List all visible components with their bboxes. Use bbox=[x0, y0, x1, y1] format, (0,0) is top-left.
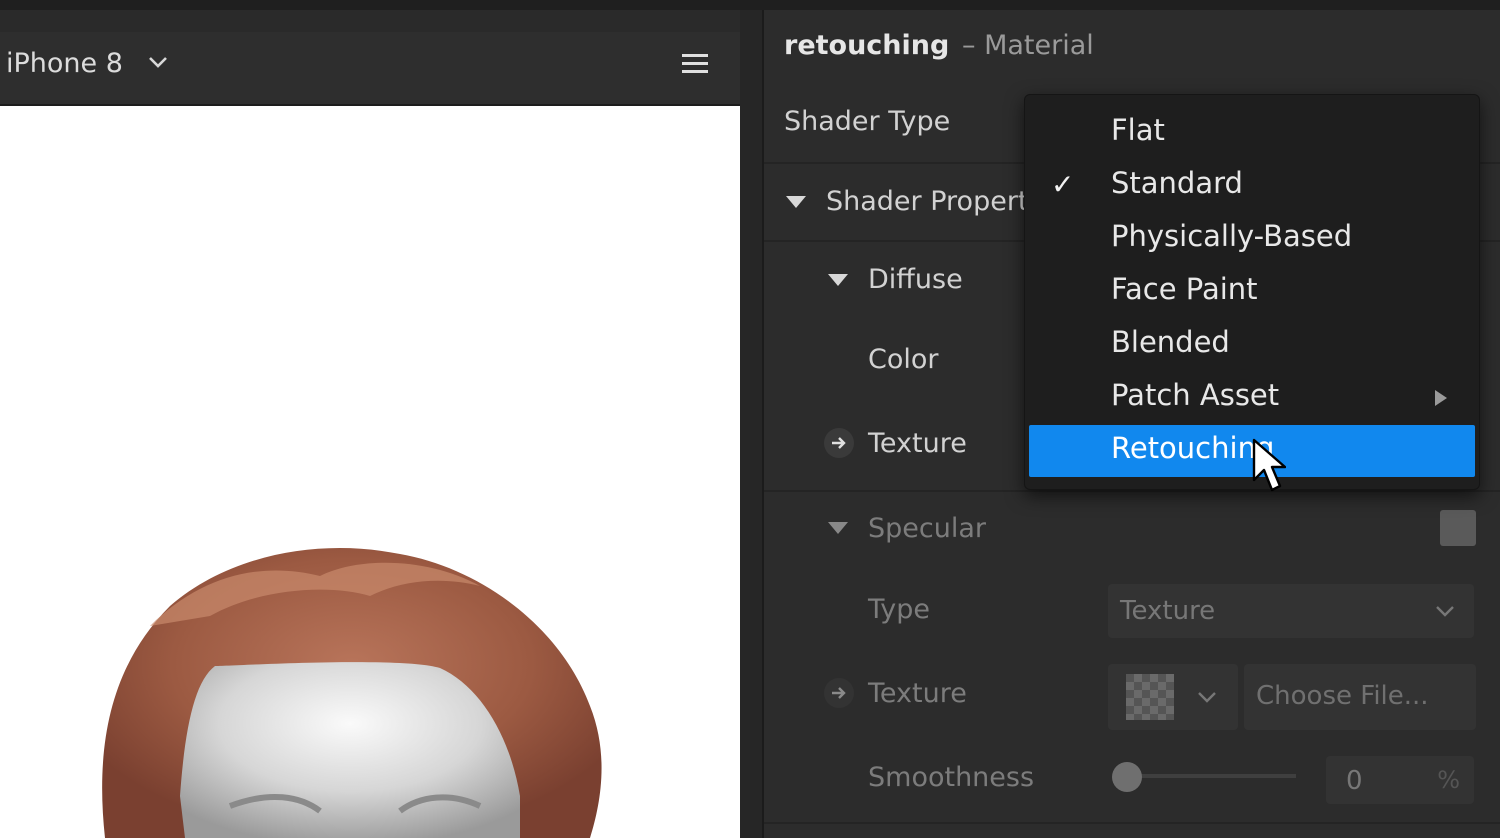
checkmark-icon: ✓ bbox=[1051, 168, 1075, 201]
shader-type-menu: Flat ✓ Standard Physically-Based Face Pa… bbox=[1024, 94, 1480, 490]
divider bbox=[764, 822, 1500, 824]
smoothness-unit: % bbox=[1437, 766, 1460, 794]
shader-type-label: Shader Type bbox=[784, 106, 951, 137]
menu-item-patch-asset[interactable]: Patch Asset bbox=[1025, 372, 1479, 424]
menu-item-flat[interactable]: Flat bbox=[1025, 107, 1479, 159]
chevron-down-icon bbox=[1436, 606, 1454, 617]
scene-canvas[interactable] bbox=[0, 106, 740, 838]
disclosure-triangle-icon[interactable] bbox=[828, 522, 848, 534]
device-toolbar: iPhone 8 bbox=[0, 32, 740, 106]
mouse-cursor-icon bbox=[1252, 438, 1286, 492]
specular-section[interactable]: Specular bbox=[868, 513, 986, 544]
diffuse-texture-label: Texture bbox=[868, 428, 967, 459]
texture-picker[interactable] bbox=[1108, 664, 1238, 730]
smoothness-label: Smoothness bbox=[868, 762, 1035, 793]
specular-type-select[interactable]: Texture bbox=[1108, 584, 1474, 638]
arrow-right-icon[interactable] bbox=[824, 678, 854, 708]
choose-file-button[interactable]: Choose File... bbox=[1244, 664, 1476, 730]
smoothness-value: 0 bbox=[1346, 766, 1363, 796]
menu-item-label: Retouching bbox=[1111, 431, 1275, 465]
chevron-down-icon[interactable] bbox=[146, 50, 170, 74]
top-strip bbox=[0, 0, 1500, 10]
specular-toggle[interactable] bbox=[1440, 510, 1476, 546]
texture-thumbnail bbox=[1126, 674, 1174, 720]
menu-item-label: Standard bbox=[1111, 166, 1243, 200]
disclosure-triangle-icon[interactable] bbox=[786, 196, 806, 208]
shader-properties-section[interactable]: Shader Properti bbox=[826, 186, 1036, 217]
smoothness-slider-knob[interactable] bbox=[1112, 762, 1142, 792]
menu-item-standard[interactable]: ✓ Standard bbox=[1025, 160, 1479, 212]
choose-file-label: Choose File... bbox=[1256, 681, 1429, 711]
specular-type-label: Type bbox=[868, 594, 931, 625]
viewport-panel: iPhone 8 bbox=[0, 10, 762, 838]
menu-item-blended[interactable]: Blended bbox=[1025, 319, 1479, 371]
smoothness-input[interactable]: 0 % bbox=[1326, 756, 1474, 804]
hamburger-menu-icon[interactable] bbox=[680, 50, 712, 78]
device-selector-label[interactable]: iPhone 8 bbox=[6, 48, 123, 79]
diffuse-color-label: Color bbox=[868, 344, 939, 375]
face-preview-image bbox=[102, 548, 602, 838]
disclosure-triangle-icon[interactable] bbox=[828, 274, 848, 286]
arrow-right-icon[interactable] bbox=[824, 428, 854, 458]
menu-item-physically-based[interactable]: Physically-Based bbox=[1025, 213, 1479, 265]
menu-item-label: Blended bbox=[1111, 325, 1230, 359]
menu-item-face-paint[interactable]: Face Paint bbox=[1025, 266, 1479, 318]
diffuse-section[interactable]: Diffuse bbox=[868, 264, 963, 295]
menu-item-label: Physically-Based bbox=[1111, 219, 1353, 253]
chevron-down-icon bbox=[1198, 692, 1216, 703]
divider bbox=[764, 490, 1500, 492]
menu-item-label: Flat bbox=[1111, 113, 1165, 147]
smoothness-slider-track[interactable] bbox=[1126, 774, 1296, 778]
panel-splitter[interactable] bbox=[740, 10, 764, 838]
object-kind: – Material bbox=[962, 30, 1094, 61]
object-name: retouching bbox=[784, 30, 950, 61]
specular-texture-label: Texture bbox=[868, 678, 967, 709]
specular-type-value: Texture bbox=[1120, 596, 1216, 626]
submenu-arrow-icon bbox=[1435, 390, 1447, 406]
menu-item-label: Patch Asset bbox=[1111, 378, 1280, 412]
menu-item-label: Face Paint bbox=[1111, 272, 1258, 306]
